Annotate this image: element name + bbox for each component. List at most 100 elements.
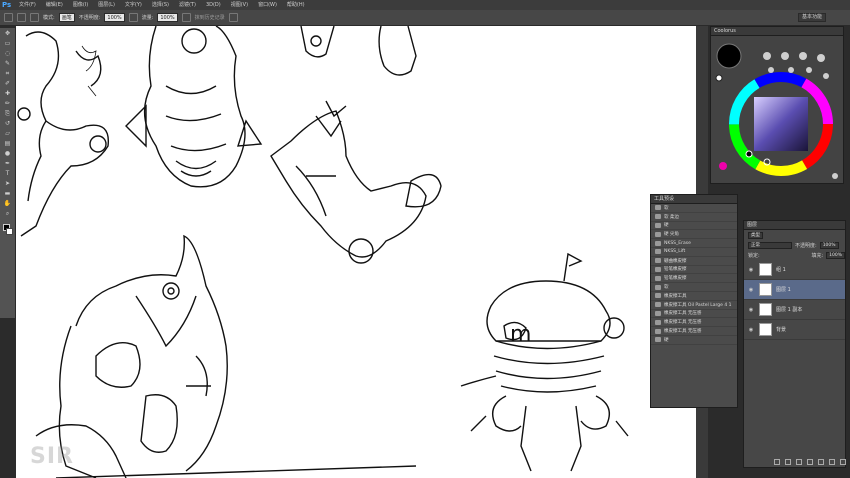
zoom-tool-icon[interactable]: ⌕ xyxy=(2,209,14,218)
tool-preset-item[interactable]: 橡皮擦工具 Oil Pastel Large 4 1 xyxy=(651,301,737,310)
eraser-preset-icon[interactable] xyxy=(4,13,13,22)
mask-icon[interactable] xyxy=(796,459,802,465)
mode-select[interactable]: 画笔 xyxy=(58,13,75,22)
new-layer-icon[interactable] xyxy=(829,459,835,465)
tool-preset-item[interactable]: 橡皮擦工具 无压感 xyxy=(651,310,737,319)
eyedropper-tool-icon[interactable]: ✐ xyxy=(2,79,14,88)
tool-preset-item[interactable]: 橡皮擦工具 无压感 xyxy=(651,327,737,336)
type-tool-icon[interactable]: T xyxy=(2,169,14,178)
tool-preset-item[interactable]: 橡皮擦工具 无压感 xyxy=(651,318,737,328)
healing-tool-icon[interactable]: ✚ xyxy=(2,89,14,98)
menu-item[interactable]: 选择(S) xyxy=(147,0,174,10)
tool-preset-item[interactable]: 橡皮擦工具 xyxy=(651,292,737,301)
svg-text:m: m xyxy=(510,322,531,347)
gradient-tool-icon[interactable]: ▤ xyxy=(2,139,14,148)
quick-select-tool-icon[interactable]: ✎ xyxy=(2,59,14,68)
eye-icon[interactable]: ◉ xyxy=(747,287,755,293)
menu-item[interactable]: 滤镜(T) xyxy=(174,0,201,10)
tool-preset-item[interactable]: NKSS_Erase xyxy=(651,239,737,248)
layer-opacity-input[interactable]: 100% xyxy=(819,241,839,249)
fill-input[interactable]: 100% xyxy=(826,251,845,259)
canvas[interactable]: m SIR 6814418 xyxy=(16,26,696,478)
tool-preset-item[interactable]: 硬 尖角 xyxy=(651,230,737,240)
pressure-opacity-icon[interactable] xyxy=(128,13,138,22)
airbrush-icon[interactable] xyxy=(181,13,191,22)
fx-icon[interactable] xyxy=(785,459,791,465)
color-panel: Coolorus xyxy=(710,26,844,184)
tool-preset-item[interactable]: 硼曲橡皮擦 xyxy=(651,257,737,266)
dodge-tool-icon[interactable]: ● xyxy=(2,149,14,158)
shape-tool-icon[interactable]: ▬ xyxy=(2,189,14,198)
tool-presets-panel: 工具预设 软软 柔边硬硬 尖角 NKSS_Erase NKSS_Lift 硼曲橡皮擦铅… xyxy=(650,194,738,408)
tool-preset-item[interactable]: 硬 xyxy=(651,336,737,345)
menu-item[interactable]: 图像(I) xyxy=(68,0,93,10)
menu-item[interactable]: 帮助(H) xyxy=(282,0,310,10)
layer-row[interactable]: ◉ 组 1 xyxy=(744,260,845,280)
tool-preset-item[interactable]: NKSS_Lift xyxy=(651,248,737,257)
eraser-icon xyxy=(655,328,661,334)
background-color-swatch[interactable] xyxy=(6,228,13,235)
watermark-logo: SIR xyxy=(30,444,74,469)
marquee-tool-icon[interactable]: ▭ xyxy=(2,39,14,48)
layer-kind-select[interactable]: 类型 xyxy=(748,231,763,239)
adjustment-icon[interactable] xyxy=(807,459,813,465)
eye-icon[interactable]: ◉ xyxy=(747,327,755,333)
menu-item[interactable]: 图层(L) xyxy=(93,0,120,10)
hand-tool-icon[interactable]: ✋ xyxy=(2,199,14,208)
tool-preset-item[interactable]: 硬 xyxy=(651,222,737,231)
layer-row[interactable]: ◉ 图层 1 副本 xyxy=(744,300,845,320)
eraser-icon xyxy=(655,249,661,255)
eraser-icon xyxy=(655,258,661,264)
opacity-input[interactable]: 100% xyxy=(104,13,125,22)
layer-thumbnail xyxy=(759,323,772,336)
trash-icon[interactable] xyxy=(840,459,846,465)
blend-mode-select[interactable]: 正常 xyxy=(748,241,792,249)
menu-item[interactable]: 视图(V) xyxy=(226,0,253,10)
move-tool-icon[interactable]: ✥ xyxy=(2,29,14,38)
tool-preset-item[interactable]: 软 xyxy=(651,204,737,213)
layer-row[interactable]: ◉ 图层 1 xyxy=(744,280,845,300)
layer-opacity-label: 不透明度: xyxy=(795,242,817,249)
eraser-icon xyxy=(655,275,661,281)
layer-filter-row: 类型 xyxy=(744,230,845,240)
eye-icon[interactable]: ◉ xyxy=(747,267,755,273)
tool-preset-item[interactable]: 软 xyxy=(651,283,737,292)
brush-tool-icon[interactable]: ✏ xyxy=(2,99,14,108)
brush-panel-toggle-icon[interactable] xyxy=(30,13,39,22)
color-wheel[interactable] xyxy=(711,36,843,184)
eraser-tool-icon[interactable]: ▱ xyxy=(2,129,14,138)
menu-item[interactable]: 窗口(W) xyxy=(253,0,282,10)
layer-name: 图层 1 副本 xyxy=(776,307,803,313)
menu-item[interactable]: 文字(Y) xyxy=(120,0,147,10)
tool-preset-label: 铅笔橡皮擦 xyxy=(664,276,687,282)
menu-item[interactable]: 文件(F) xyxy=(14,0,41,10)
tool-preset-label: 铅笔橡皮擦 xyxy=(664,267,687,273)
tool-preset-label: 橡皮擦工具 无压感 xyxy=(664,329,702,335)
history-brush-tool-icon[interactable]: ↺ xyxy=(2,119,14,128)
menu-item[interactable]: 编辑(E) xyxy=(41,0,68,10)
tool-preset-item[interactable]: 铅笔橡皮擦 xyxy=(651,266,737,275)
line-art-drawing: m xyxy=(17,26,629,478)
layer-row[interactable]: ◉ 背景 xyxy=(744,320,845,340)
blend-row: 正常 不透明度: 100% xyxy=(744,240,845,250)
folder-icon[interactable] xyxy=(818,459,824,465)
pressure-size-icon[interactable] xyxy=(228,13,238,22)
eraser-icon xyxy=(655,337,661,343)
tool-preset-label: 橡皮擦工具 无压感 xyxy=(664,311,702,317)
link-icon[interactable] xyxy=(774,459,780,465)
erase-history-checkbox[interactable]: 抹到历史记录 xyxy=(195,14,225,21)
tool-preset-item[interactable]: 软 柔边 xyxy=(651,213,737,222)
crop-tool-icon[interactable]: ⌗ xyxy=(2,69,14,78)
menu-item[interactable]: 3D(D) xyxy=(201,0,226,10)
eye-icon[interactable]: ◉ xyxy=(747,307,755,313)
path-select-tool-icon[interactable]: ➤ xyxy=(2,179,14,188)
flow-input[interactable]: 100% xyxy=(157,13,178,22)
tool-preset-item[interactable]: 铅笔橡皮擦 xyxy=(651,274,737,284)
clone-stamp-tool-icon[interactable]: ⎘ xyxy=(2,109,14,118)
tool-preset-label: 橡皮擦工具 无压感 xyxy=(664,320,702,326)
layer-list: ◉ 组 1 ◉ 图层 1 ◉ 图层 1 副本 ◉ 背景 xyxy=(744,260,845,340)
workspace-switcher[interactable]: 基本功能 xyxy=(797,13,826,22)
brush-size-icon[interactable] xyxy=(17,13,26,22)
pen-tool-icon[interactable]: ✒ xyxy=(2,159,14,168)
lasso-tool-icon[interactable]: ◌ xyxy=(2,49,14,58)
